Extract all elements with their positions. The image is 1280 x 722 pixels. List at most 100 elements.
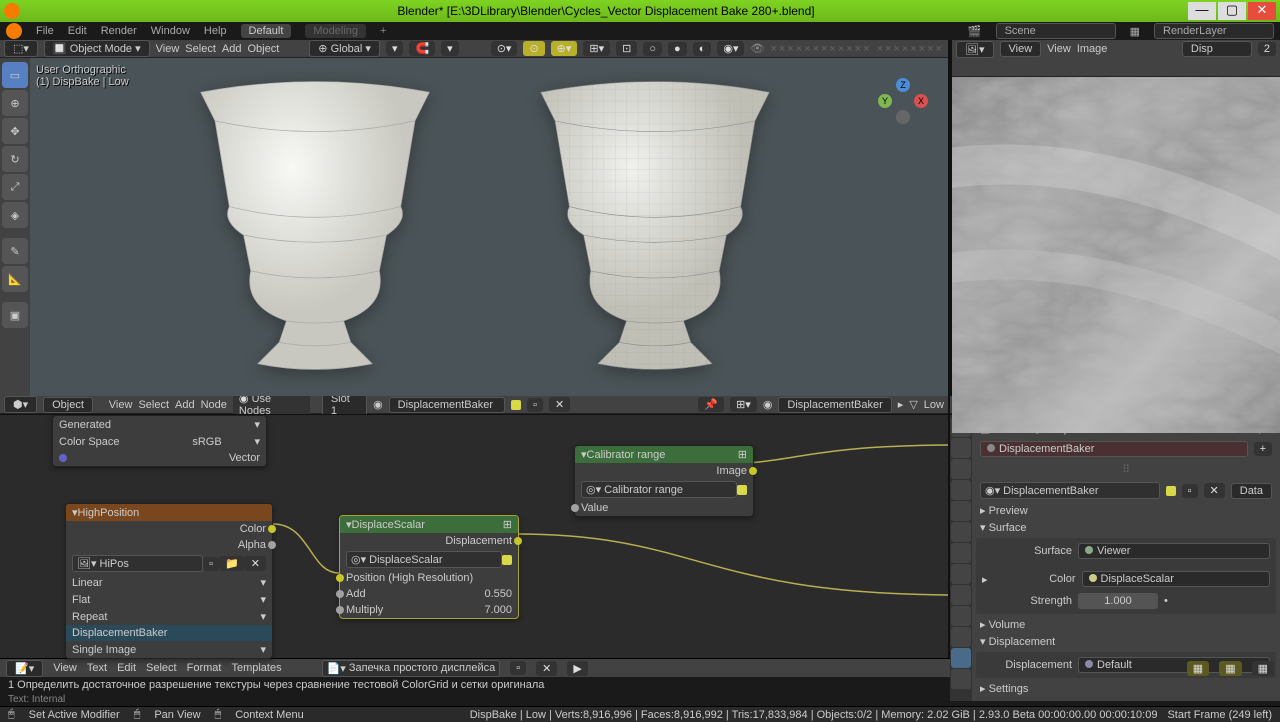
pin-toggle[interactable]: 📌 [698,397,724,412]
expand-icon[interactable]: ▸ [982,573,988,586]
node-menu-select[interactable]: Select [138,399,169,411]
3d-viewport[interactable]: User Orthographic (1) DispBake | Low Z [30,58,948,396]
menu-render[interactable]: Render [101,25,137,37]
node-image-texture[interactable]: Generated▾ Color SpacesRGB▾ Vector [52,415,267,467]
renderlayer-selector[interactable]: RenderLayer [1154,23,1274,39]
proportional-toggle[interactable]: ⊙▾ [491,41,518,56]
overlay-toggle[interactable]: ⊙ [523,41,544,56]
syntax-toggle-1[interactable]: ▦ [1187,661,1209,676]
img-view-mode[interactable]: View [1000,41,1042,57]
tool-cursor[interactable]: ⊕ [2,90,28,116]
vp-menu-select[interactable]: Select [185,43,216,55]
gizmo-toggle[interactable]: ⊕▾ [551,41,578,56]
node-editor-canvas[interactable]: Generated▾ Color SpacesRGB▾ Vector ▾ Hig… [0,414,948,658]
ptab-texture[interactable] [951,669,971,689]
axis-z[interactable]: Z [896,78,910,92]
ptab-output[interactable] [951,438,971,458]
workspace-modeling[interactable]: Modeling [305,24,366,38]
projection-flat[interactable]: Flat [72,594,260,606]
text-unlink-button[interactable]: ✕ [536,661,557,676]
source-single[interactable]: Single Image [72,644,260,656]
img-open-button[interactable]: 📁 [219,556,245,571]
ptab-scene[interactable] [951,480,971,500]
vp-menu-object[interactable]: Object [247,43,279,55]
add-workspace-button[interactable]: + [380,25,386,37]
displace-group-field[interactable]: ◎▾ DisplaceScalar [346,551,502,568]
img-colorspace-value[interactable]: sRGB [192,436,221,448]
mat-unlink-button[interactable]: ✕ [549,397,570,412]
axis-x[interactable]: X [914,94,928,108]
multiply-value[interactable]: 7.000 [484,604,512,616]
node-options-icon[interactable]: ⊞ [503,518,512,531]
add-value[interactable]: 0.550 [484,588,512,600]
cal-fakeuser-icon[interactable] [737,485,747,495]
node-menu-node[interactable]: Node [201,399,227,411]
fake-user-icon[interactable] [511,400,521,410]
ptab-modifier[interactable] [951,543,971,563]
tool-scale[interactable]: ⤢ [2,174,28,200]
orientation-selector[interactable]: ⊕ Global ▾ [309,40,380,57]
image-canvas[interactable] [952,77,1280,433]
ptab-particles[interactable] [951,564,971,584]
collection-visibility-row[interactable]: ×××××××××××× ×××××××× [770,43,944,55]
minimize-button[interactable]: — [1188,2,1216,20]
editor-type-selector[interactable]: ⬚▾ [4,40,38,57]
ptab-constraints[interactable] [951,606,971,626]
mat-new-button[interactable]: ▫ [527,398,543,412]
ptab-data[interactable] [951,627,971,647]
img-unlink-button[interactable]: ✕ [245,556,266,571]
node-calibrator-range[interactable]: ▾ Calibrator range⊞ Image ◎▾ Calibrator … [574,445,754,517]
node-menu-add[interactable]: Add [175,399,195,411]
img-new-button[interactable]: ▫ [203,557,219,571]
panel-volume[interactable]: ▸ Volume [976,616,1276,633]
menu-file[interactable]: File [36,25,54,37]
mat-link-selector[interactable]: Data [1231,483,1272,499]
img-name-field[interactable]: Disp [1182,41,1252,57]
shading-matprev[interactable]: ◐ [693,42,712,56]
workspace-default[interactable]: Default [241,24,292,38]
group-fakeuser-icon[interactable] [502,555,512,565]
ptab-material[interactable] [951,648,971,668]
tool-transform[interactable]: ◈ [2,202,28,228]
visibility-eye-icon[interactable]: 👁 [750,42,764,55]
shading-wireframe[interactable]: ○ [643,42,662,56]
mat-delete-button[interactable]: ✕ [1204,483,1225,498]
img-editor-type[interactable]: 🖼▾ [956,41,994,58]
txt-menu-view[interactable]: View [53,662,77,674]
node-menu-view[interactable]: View [109,399,133,411]
maximize-button[interactable]: ▢ [1218,2,1246,20]
material-selector[interactable]: DisplacementBaker [389,397,506,413]
node-displace-scalar[interactable]: ▾ DisplaceScalar⊞ Displacement ◎▾ Displa… [339,515,519,619]
panel-preview[interactable]: ▸ Preview [976,502,1276,519]
slot-grip[interactable]: ⠿ [976,460,1276,479]
img-menu-view[interactable]: View [1047,43,1071,55]
tool-addcube[interactable]: ▣ [2,302,28,328]
syntax-toggle-2[interactable]: ▦ [1219,661,1241,676]
text-editor-type[interactable]: 📝▾ [6,660,43,677]
navigation-gizmo[interactable]: Z Y X [878,78,928,128]
tool-measure[interactable]: 📐 [2,266,28,292]
cal-group-field[interactable]: ◎▾ Calibrator range [581,481,737,498]
img-menu-image[interactable]: Image [1077,43,1108,55]
surface-value[interactable]: Viewer [1078,543,1270,559]
snap-toggle[interactable]: 🧲 [409,41,435,56]
img-user-count[interactable]: 2 [1258,42,1276,56]
tool-move[interactable]: ✥ [2,118,28,144]
txt-menu-edit[interactable]: Edit [117,662,136,674]
panel-surface[interactable]: ▾ Surface [976,519,1276,536]
hipos-image-field[interactable]: 🖼▾ HiPos [72,555,203,572]
shading-solid[interactable]: ● [668,42,687,56]
shading-rendered[interactable]: ◉▾ [717,41,744,56]
extension-repeat[interactable]: Repeat [72,611,260,623]
xray-toggle[interactable]: ⊡ [616,41,637,56]
txt-menu-format[interactable]: Format [187,662,222,674]
snap-options[interactable]: ▾ [441,41,459,56]
overlays-toggle[interactable]: ⊞▾ [583,41,610,56]
node-highposition[interactable]: ▾ HighPosition Color Alpha 🖼▾ HiPos▫📁✕ L… [65,503,273,659]
strength-link-icon[interactable]: • [1164,595,1168,607]
txt-menu-text[interactable]: Text [87,662,107,674]
scene-selector[interactable]: Scene [996,23,1116,39]
txt-menu-select[interactable]: Select [146,662,177,674]
text-new-button[interactable]: ▫ [510,661,526,675]
backdrop-toggle[interactable]: ⊞▾ [730,397,757,412]
